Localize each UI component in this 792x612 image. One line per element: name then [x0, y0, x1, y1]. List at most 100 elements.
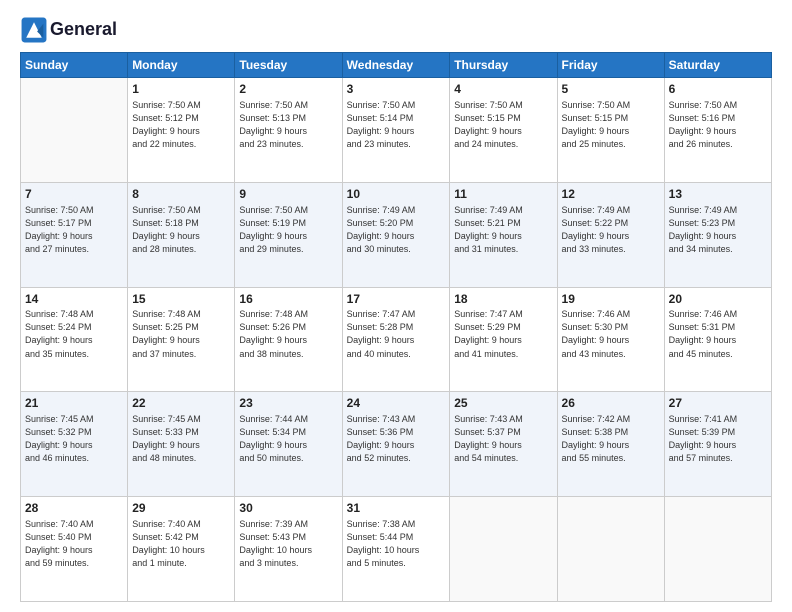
calendar-cell: 18Sunrise: 7:47 AM Sunset: 5:29 PM Dayli… [450, 287, 557, 392]
day-number: 6 [669, 81, 767, 98]
day-info: Sunrise: 7:43 AM Sunset: 5:36 PM Dayligh… [347, 413, 446, 465]
day-number: 15 [132, 291, 230, 308]
day-number: 13 [669, 186, 767, 203]
day-number: 10 [347, 186, 446, 203]
day-info: Sunrise: 7:40 AM Sunset: 5:42 PM Dayligh… [132, 518, 230, 570]
day-number: 3 [347, 81, 446, 98]
day-info: Sunrise: 7:49 AM Sunset: 5:21 PM Dayligh… [454, 204, 552, 256]
day-info: Sunrise: 7:47 AM Sunset: 5:29 PM Dayligh… [454, 308, 552, 360]
page-header: General [20, 16, 772, 44]
calendar-cell: 26Sunrise: 7:42 AM Sunset: 5:38 PM Dayli… [557, 392, 664, 497]
day-info: Sunrise: 7:50 AM Sunset: 5:18 PM Dayligh… [132, 204, 230, 256]
day-info: Sunrise: 7:45 AM Sunset: 5:33 PM Dayligh… [132, 413, 230, 465]
day-number: 8 [132, 186, 230, 203]
day-number: 23 [239, 395, 337, 412]
day-number: 12 [562, 186, 660, 203]
day-info: Sunrise: 7:50 AM Sunset: 5:17 PM Dayligh… [25, 204, 123, 256]
day-info: Sunrise: 7:46 AM Sunset: 5:30 PM Dayligh… [562, 308, 660, 360]
calendar-cell: 22Sunrise: 7:45 AM Sunset: 5:33 PM Dayli… [128, 392, 235, 497]
day-info: Sunrise: 7:50 AM Sunset: 5:13 PM Dayligh… [239, 99, 337, 151]
calendar-table: SundayMondayTuesdayWednesdayThursdayFrid… [20, 52, 772, 602]
day-number: 21 [25, 395, 123, 412]
day-info: Sunrise: 7:49 AM Sunset: 5:22 PM Dayligh… [562, 204, 660, 256]
day-info: Sunrise: 7:43 AM Sunset: 5:37 PM Dayligh… [454, 413, 552, 465]
day-info: Sunrise: 7:48 AM Sunset: 5:24 PM Dayligh… [25, 308, 123, 360]
day-info: Sunrise: 7:49 AM Sunset: 5:20 PM Dayligh… [347, 204, 446, 256]
calendar-cell: 14Sunrise: 7:48 AM Sunset: 5:24 PM Dayli… [21, 287, 128, 392]
calendar-cell: 5Sunrise: 7:50 AM Sunset: 5:15 PM Daylig… [557, 78, 664, 183]
day-number: 31 [347, 500, 446, 517]
calendar-cell: 24Sunrise: 7:43 AM Sunset: 5:36 PM Dayli… [342, 392, 450, 497]
day-info: Sunrise: 7:50 AM Sunset: 5:14 PM Dayligh… [347, 99, 446, 151]
day-number: 22 [132, 395, 230, 412]
day-info: Sunrise: 7:46 AM Sunset: 5:31 PM Dayligh… [669, 308, 767, 360]
day-number: 27 [669, 395, 767, 412]
calendar-cell: 1Sunrise: 7:50 AM Sunset: 5:12 PM Daylig… [128, 78, 235, 183]
calendar-cell: 11Sunrise: 7:49 AM Sunset: 5:21 PM Dayli… [450, 182, 557, 287]
calendar-cell: 28Sunrise: 7:40 AM Sunset: 5:40 PM Dayli… [21, 497, 128, 602]
calendar-cell: 13Sunrise: 7:49 AM Sunset: 5:23 PM Dayli… [664, 182, 771, 287]
day-number: 20 [669, 291, 767, 308]
calendar-cell: 21Sunrise: 7:45 AM Sunset: 5:32 PM Dayli… [21, 392, 128, 497]
calendar-cell: 20Sunrise: 7:46 AM Sunset: 5:31 PM Dayli… [664, 287, 771, 392]
day-info: Sunrise: 7:50 AM Sunset: 5:12 PM Dayligh… [132, 99, 230, 151]
calendar-cell: 12Sunrise: 7:49 AM Sunset: 5:22 PM Dayli… [557, 182, 664, 287]
day-number: 25 [454, 395, 552, 412]
calendar-cell: 10Sunrise: 7:49 AM Sunset: 5:20 PM Dayli… [342, 182, 450, 287]
day-number: 28 [25, 500, 123, 517]
calendar-cell: 2Sunrise: 7:50 AM Sunset: 5:13 PM Daylig… [235, 78, 342, 183]
day-info: Sunrise: 7:39 AM Sunset: 5:43 PM Dayligh… [239, 518, 337, 570]
day-info: Sunrise: 7:40 AM Sunset: 5:40 PM Dayligh… [25, 518, 123, 570]
calendar-cell: 30Sunrise: 7:39 AM Sunset: 5:43 PM Dayli… [235, 497, 342, 602]
day-number: 1 [132, 81, 230, 98]
day-number: 17 [347, 291, 446, 308]
calendar-cell: 23Sunrise: 7:44 AM Sunset: 5:34 PM Dayli… [235, 392, 342, 497]
calendar-cell [664, 497, 771, 602]
day-info: Sunrise: 7:50 AM Sunset: 5:16 PM Dayligh… [669, 99, 767, 151]
day-number: 18 [454, 291, 552, 308]
calendar-cell: 9Sunrise: 7:50 AM Sunset: 5:19 PM Daylig… [235, 182, 342, 287]
calendar-cell: 31Sunrise: 7:38 AM Sunset: 5:44 PM Dayli… [342, 497, 450, 602]
calendar-cell: 7Sunrise: 7:50 AM Sunset: 5:17 PM Daylig… [21, 182, 128, 287]
col-header-sunday: Sunday [21, 53, 128, 78]
day-info: Sunrise: 7:42 AM Sunset: 5:38 PM Dayligh… [562, 413, 660, 465]
day-number: 11 [454, 186, 552, 203]
day-info: Sunrise: 7:48 AM Sunset: 5:26 PM Dayligh… [239, 308, 337, 360]
logo-text: General [50, 20, 117, 40]
logo: General [20, 16, 117, 44]
day-number: 5 [562, 81, 660, 98]
day-number: 29 [132, 500, 230, 517]
calendar-cell: 27Sunrise: 7:41 AM Sunset: 5:39 PM Dayli… [664, 392, 771, 497]
day-info: Sunrise: 7:38 AM Sunset: 5:44 PM Dayligh… [347, 518, 446, 570]
day-number: 2 [239, 81, 337, 98]
calendar-cell: 6Sunrise: 7:50 AM Sunset: 5:16 PM Daylig… [664, 78, 771, 183]
calendar-cell: 17Sunrise: 7:47 AM Sunset: 5:28 PM Dayli… [342, 287, 450, 392]
calendar-cell: 8Sunrise: 7:50 AM Sunset: 5:18 PM Daylig… [128, 182, 235, 287]
col-header-monday: Monday [128, 53, 235, 78]
day-info: Sunrise: 7:49 AM Sunset: 5:23 PM Dayligh… [669, 204, 767, 256]
day-info: Sunrise: 7:45 AM Sunset: 5:32 PM Dayligh… [25, 413, 123, 465]
col-header-tuesday: Tuesday [235, 53, 342, 78]
day-info: Sunrise: 7:48 AM Sunset: 5:25 PM Dayligh… [132, 308, 230, 360]
calendar-cell [557, 497, 664, 602]
calendar-cell: 19Sunrise: 7:46 AM Sunset: 5:30 PM Dayli… [557, 287, 664, 392]
logo-icon [20, 16, 48, 44]
calendar-cell: 15Sunrise: 7:48 AM Sunset: 5:25 PM Dayli… [128, 287, 235, 392]
day-info: Sunrise: 7:47 AM Sunset: 5:28 PM Dayligh… [347, 308, 446, 360]
calendar-cell: 29Sunrise: 7:40 AM Sunset: 5:42 PM Dayli… [128, 497, 235, 602]
col-header-friday: Friday [557, 53, 664, 78]
day-info: Sunrise: 7:50 AM Sunset: 5:15 PM Dayligh… [454, 99, 552, 151]
day-number: 9 [239, 186, 337, 203]
calendar-cell [21, 78, 128, 183]
calendar-cell: 25Sunrise: 7:43 AM Sunset: 5:37 PM Dayli… [450, 392, 557, 497]
day-number: 30 [239, 500, 337, 517]
day-info: Sunrise: 7:41 AM Sunset: 5:39 PM Dayligh… [669, 413, 767, 465]
day-info: Sunrise: 7:50 AM Sunset: 5:15 PM Dayligh… [562, 99, 660, 151]
calendar-cell: 3Sunrise: 7:50 AM Sunset: 5:14 PM Daylig… [342, 78, 450, 183]
calendar-cell [450, 497, 557, 602]
day-info: Sunrise: 7:50 AM Sunset: 5:19 PM Dayligh… [239, 204, 337, 256]
col-header-wednesday: Wednesday [342, 53, 450, 78]
day-number: 26 [562, 395, 660, 412]
day-number: 19 [562, 291, 660, 308]
day-number: 4 [454, 81, 552, 98]
